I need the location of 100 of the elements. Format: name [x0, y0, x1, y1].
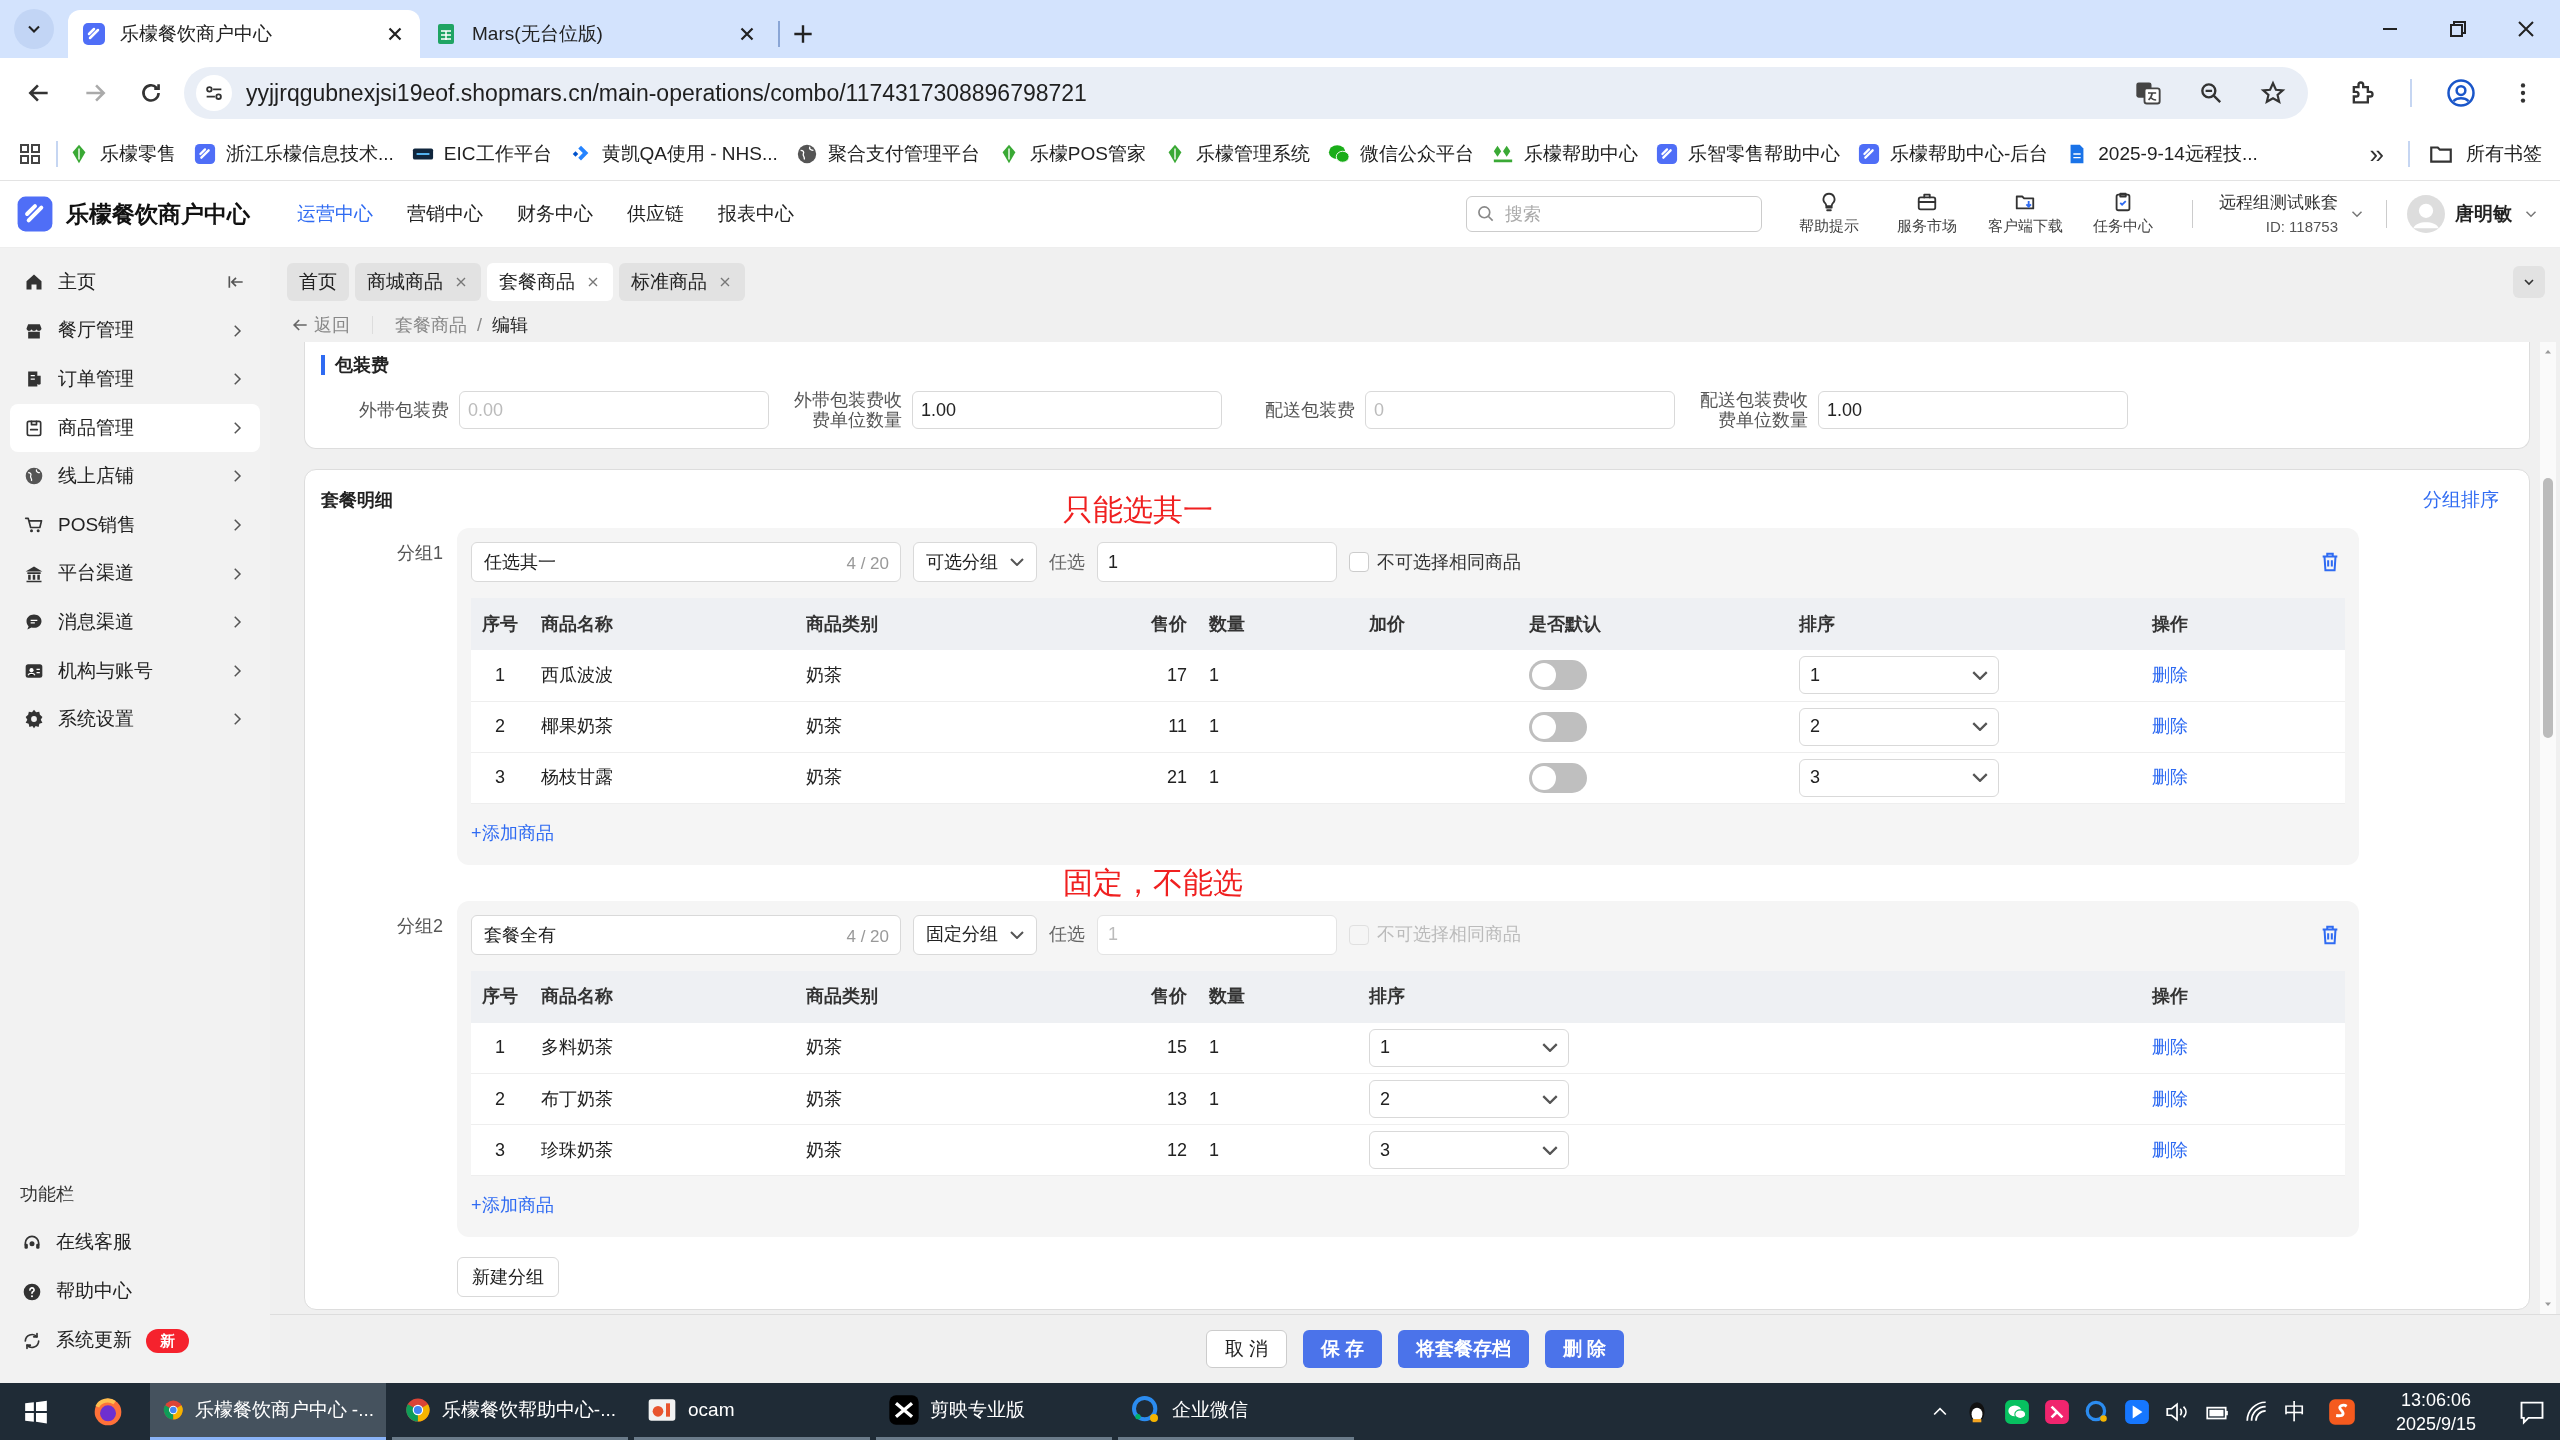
page-tab[interactable]: 首页	[287, 263, 349, 301]
toolbar-button[interactable]: 客户端下载	[1982, 190, 2068, 238]
checkbox[interactable]	[1349, 552, 1369, 572]
delete-link[interactable]: 删除	[2152, 767, 2188, 787]
chat-bubble-icon[interactable]	[2083, 1398, 2110, 1425]
action-button[interactable]: 将套餐存档	[1398, 1330, 1530, 1368]
page-tab[interactable]: 商城商品	[355, 263, 481, 301]
more-bookmarks-button[interactable]: »	[2369, 141, 2384, 167]
action-button[interactable]: 保 存	[1302, 1330, 1383, 1368]
action-button[interactable]: 删 除	[1545, 1330, 1625, 1368]
delete-link[interactable]: 删除	[2152, 1139, 2188, 1160]
sidebar-item[interactable]: 在线客服	[10, 1218, 260, 1267]
browser-tab[interactable]: 乐檬餐饮商户中心	[68, 10, 420, 58]
input-field[interactable]: 0.00	[459, 391, 769, 429]
sort-select[interactable]: 1	[1799, 656, 1999, 695]
bookmark[interactable]: 乐檬POS管家	[997, 139, 1146, 169]
bookmark-star-icon[interactable]	[2260, 80, 2286, 106]
delete-link[interactable]: 删除	[2152, 716, 2188, 736]
delete-link[interactable]: 删除	[2152, 1037, 2188, 1058]
bookmark[interactable]: 黄凯QA使用 - NHS...	[569, 139, 778, 169]
account-name[interactable]: 远程组测试账套	[2219, 190, 2338, 216]
field-label: 任选	[1049, 923, 1085, 946]
browser-tab[interactable]: Mars(无台位版)	[420, 10, 772, 58]
taskbar-app[interactable]: 乐檬餐饮帮助中心-...	[392, 1383, 628, 1440]
app-icon[interactable]	[2327, 1397, 2356, 1426]
sort-select[interactable]: 3	[1799, 758, 1999, 797]
taskbar-app[interactable]: ocam	[634, 1383, 870, 1440]
pick-count-field[interactable]: 1	[1097, 542, 1337, 582]
toolbar-button[interactable]: 任务中心	[2080, 190, 2166, 238]
nav-tab[interactable]: 营销中心	[407, 191, 483, 237]
add-product-link[interactable]: +添加商品	[471, 1195, 554, 1215]
nav-tab[interactable]: 财务中心	[517, 191, 593, 237]
nav-tab[interactable]: 报表中心	[718, 191, 794, 237]
new-group-button[interactable]: 新建分组	[457, 1257, 559, 1297]
sidebar-item[interactable]: 餐厅管理	[10, 306, 260, 355]
app-icon[interactable]	[2123, 1398, 2150, 1425]
tabs-menu-button[interactable]	[2513, 266, 2545, 298]
profile-icon[interactable]	[2446, 78, 2476, 108]
bookmark[interactable]: 乐智零售帮助中心	[1655, 139, 1840, 169]
sidebar-item[interactable]: POS销售	[10, 500, 260, 549]
app-icon[interactable]	[2043, 1398, 2070, 1425]
chat-bubble-icon[interactable]	[2003, 1398, 2030, 1425]
tab-search-button[interactable]	[14, 9, 54, 49]
bookmark[interactable]: 微信公众平台	[1327, 139, 1474, 169]
toggle-switch[interactable]	[1529, 762, 1587, 793]
search-field[interactable]: 搜索	[1466, 196, 1762, 232]
sidebar-item[interactable]: 商品管理	[10, 403, 260, 452]
scrollbar-thumb[interactable]	[2543, 478, 2553, 738]
toggle-switch[interactable]	[1529, 711, 1587, 742]
sidebar-item[interactable]: 线上店铺	[10, 452, 260, 501]
bookmark[interactable]: 乐檬管理系统	[1163, 139, 1310, 169]
zoom-icon[interactable]	[2198, 80, 2224, 106]
sidebar-item[interactable]: 帮助中心	[10, 1267, 260, 1316]
bookmark[interactable]: 浙江乐檬信息技术...	[194, 139, 394, 169]
table-cell: 15	[1166, 1037, 1187, 1058]
sort-select[interactable]: 2	[1369, 1080, 1569, 1118]
sort-select[interactable]: 3	[1369, 1131, 1569, 1169]
group-type-select[interactable]: 固定分组	[913, 914, 1037, 955]
taskbar-app[interactable]: 乐檬餐饮商户中心 -...	[150, 1383, 386, 1440]
toggle-switch[interactable]	[1529, 660, 1587, 691]
nav-tab[interactable]: 供应链	[627, 191, 684, 237]
page-tab[interactable]: 标准商品	[619, 263, 745, 301]
sidebar-item[interactable]: 机构与账号	[10, 646, 260, 695]
bookmark[interactable]: EIC工作平台	[411, 139, 552, 169]
sidebar-item[interactable]: 系统更新 新	[10, 1316, 260, 1365]
sidebar-item[interactable]: 订单管理	[10, 355, 260, 404]
sort-select[interactable]: 2	[1799, 707, 1999, 746]
sidebar-item[interactable]: 平台渠道	[10, 549, 260, 598]
address-bar[interactable]: yyjjrqgubnexjsi19eof.shopmars.cn/main-operations/combo/1174317308896798721	[184, 67, 2308, 119]
user-name[interactable]: 唐明敏	[2455, 199, 2512, 229]
all-bookmarks-button[interactable]: 所有书签	[2428, 139, 2542, 169]
group-type-select[interactable]: 可选分组	[913, 542, 1037, 582]
sort-select[interactable]: 1	[1369, 1028, 1569, 1067]
taskbar-app[interactable]: 企业微信	[1118, 1383, 1354, 1440]
sidebar-item[interactable]: 系统设置	[10, 695, 260, 744]
sort-groups-link[interactable]: 分组排序	[2423, 485, 2499, 515]
toolbar-button[interactable]: 帮助提示	[1786, 190, 1872, 238]
input-field[interactable]: 1.00	[912, 391, 1222, 429]
apps-grid-icon[interactable]	[18, 142, 42, 166]
delete-link[interactable]: 删除	[2152, 664, 2188, 685]
page-tab[interactable]: 套餐商品	[487, 263, 613, 301]
bookmark[interactable]: 2025-9-14远程技...	[2066, 139, 2258, 169]
scrollbar[interactable]	[2540, 342, 2556, 1314]
add-product-link[interactable]: +添加商品	[471, 822, 554, 843]
input-field[interactable]: 0	[1365, 391, 1675, 429]
sidebar-item[interactable]: 消息渠道	[10, 598, 260, 647]
windows-icon[interactable]	[23, 1398, 49, 1425]
nav-tab[interactable]: 运营中心	[297, 191, 373, 237]
bookmark[interactable]: 乐檬帮助中心	[1491, 139, 1638, 169]
input-field[interactable]: 1.00	[1818, 391, 2128, 429]
bookmark[interactable]: 聚合支付管理平台	[795, 139, 980, 169]
input-method-indicator[interactable]: 中	[2283, 1395, 2306, 1428]
bookmark[interactable]: 乐檬帮助中心-后台	[1857, 139, 2049, 169]
bookmark[interactable]: 乐檬零售	[68, 139, 176, 169]
toolbar-button[interactable]: 服务市场	[1884, 190, 1970, 238]
taskbar-clock[interactable]: 13:06:06 2025/9/15	[2395, 1387, 2476, 1436]
sidebar-item[interactable]: 主页	[10, 258, 260, 306]
delete-link[interactable]: 删除	[2152, 1088, 2188, 1109]
action-button[interactable]: 取 消	[1205, 1330, 1287, 1368]
taskbar-app[interactable]: 剪映专业版	[876, 1383, 1112, 1440]
